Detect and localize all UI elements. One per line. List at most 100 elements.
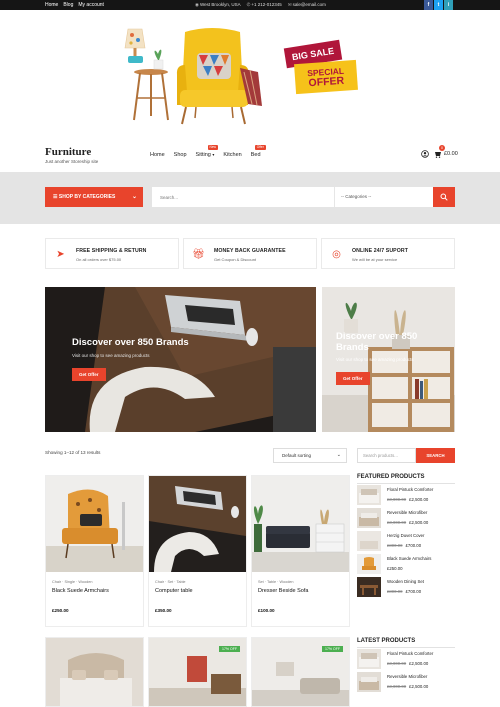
product-thumbnail[interactable] [357,649,381,669]
product-search-button[interactable]: SEARCH [416,448,455,463]
sort-label: Default sorting [282,453,312,458]
latest-products-heading: LATEST PRODUCTS [357,638,416,644]
nav-badge-offer: Offer [254,145,266,150]
product-card[interactable]: Chair · Set · Table Computer table £350.… [148,475,247,627]
product-thumbnail[interactable] [357,531,381,551]
search-input[interactable] [152,187,334,207]
sidebar-product[interactable]: Wooden Dining Set £800.00 £700.00 [357,576,455,599]
nav-home[interactable]: Home [150,152,165,158]
phone-icon: ✆ [246,2,251,7]
product-thumbnail[interactable] [357,508,381,528]
product-image[interactable] [252,476,349,572]
shop-by-categories-button[interactable]: ☰ SHOP BY CATEGORIES ⌄ [45,187,143,207]
sale-badge: 17% OFF [219,646,240,652]
feature-subtitle: On all orders over $75.00 [76,257,122,262]
product-thumbnail[interactable] [357,577,381,597]
product-card[interactable] [45,637,144,707]
sort-select[interactable]: Default sorting ⌄ [273,448,347,463]
product-price: £800.00 £700.00 [387,543,421,548]
product-price: £3,000.00 £2,500.00 [387,661,428,666]
search-button[interactable] [433,187,455,207]
product-name[interactable]: Reversible Microfiber [387,674,427,679]
sidebar-product[interactable]: Floral Pintuck Comforter £3,000.00 £2,500… [357,484,455,507]
contact-info: ◉West Brooklyn, USA ✆+1 212-012345 ✉sale… [195,1,326,9]
nav-label: Kitchen [223,152,242,158]
old-price: £800.00 [387,589,403,594]
cart-button[interactable]: 0 £0.00 [434,145,458,158]
product-search-input[interactable]: Search products... [357,448,416,463]
product-name[interactable]: Dresser Beside Sofa [258,588,308,594]
promo-main-title: Discover over 850 Brands [72,337,189,348]
product-price: £3,000.00 £2,500.00 [387,520,428,525]
product-image[interactable] [149,476,246,572]
cart-icon [435,152,441,158]
special-offer-text: SPECIAL OFFER [294,59,358,95]
featured-products-heading: FEATURED PRODUCTS [357,474,425,480]
sidebar-product[interactable]: Floral Pintuck Comforter £3,000.00 £2,500… [357,648,455,671]
product-categories[interactable]: Chair · Set · Table [155,580,186,584]
product-price: £100.00 [258,608,275,613]
plane-icon: ➤ [56,249,65,260]
current-price: £2,500.00 [409,520,429,525]
top-link-home[interactable]: Home [45,1,58,9]
email-text[interactable]: sale@email.com [293,2,326,7]
sidebar-product[interactable]: Black Suede Armchairs £250.00 [357,553,455,576]
promo-banner-main[interactable]: Discover over 850 Brands Visit our shop … [45,287,316,432]
product-price: £800.00 £700.00 [387,589,421,594]
feature-support: ◎ ONLINE 24/7 SUPORT We will be at your … [321,238,455,269]
results-count: Showing 1–12 of 13 results [45,450,101,455]
product-image[interactable] [46,476,143,572]
product-name[interactable]: Black Suede Armchairs [387,556,431,561]
product-card[interactable]: Set · Table · Wooden Dresser Beside Sofa… [251,475,350,627]
top-link-blog[interactable]: Blog [63,1,73,9]
current-price: £2,500.00 [409,684,429,689]
product-thumbnail[interactable] [357,672,381,692]
feature-subtitle: We will be at your service [352,257,398,262]
armchair-image [46,476,143,572]
product-card[interactable]: Chair · Single · Wooden Black Suede Armc… [45,475,144,627]
get-offer-button[interactable]: Get Offer [72,368,106,381]
promo-banner-side[interactable]: Discover over 850 Brands Visit our shop … [322,287,455,432]
nav-kitchen[interactable]: Kitchen [223,152,241,158]
sidebar-product[interactable]: Reversible Microfiber £3,000.00 £2,500.00 [357,507,455,530]
product-thumbnail[interactable] [357,485,381,505]
product-name[interactable]: Wooden Dining Set [387,579,424,584]
sidebar-product[interactable]: Reversible Microfiber £3,000.00 £2,500.00 [357,671,455,694]
product-name[interactable]: Floral Pintuck Comforter [387,651,433,656]
promo-main-subtitle: Visit our shop to see amazing products [72,353,150,358]
get-offer-side-button[interactable]: Get Offer [336,372,370,385]
mail-icon: ✉ [287,2,292,7]
user-icon[interactable] [421,150,429,158]
phone-text: +1 212-012345 [251,2,282,7]
product-thumbnail[interactable] [357,554,381,574]
product-card[interactable]: 17% OFF [251,637,350,707]
product-name[interactable]: Black Suede Armchairs [52,588,109,594]
nav-shop[interactable]: Shop [174,152,187,158]
instagram-icon[interactable]: i [444,0,453,10]
current-price: £250.00 [387,566,403,571]
computer-table-image [149,476,246,572]
nav-badge-new: New [207,145,218,150]
facebook-icon[interactable]: f [424,0,433,10]
nav-bed[interactable]: Bed Offer [250,145,266,158]
chevron-down-icon: ⌄ [131,194,137,200]
category-select[interactable]: -- Categories -- [335,187,433,207]
sidebar-product[interactable]: Herzig Duvet Cover £800.00 £700.00 [357,530,455,553]
feature-guarantee: 🎁︎ MONEY BACK GUARANTEE Get Coupon & Dis… [183,238,317,269]
product-price: £3,000.00 £2,500.00 [387,497,428,502]
product-name[interactable]: Reversible Microfiber [387,510,427,515]
product-price: £250.00 [52,608,69,613]
twitter-icon[interactable]: t [434,0,443,10]
product-price: £3,000.00 £2,500.00 [387,684,428,689]
product-name[interactable]: Computer table [155,588,193,594]
product-name[interactable]: Herzig Duvet Cover [387,533,425,538]
site-logo[interactable]: Furniture [45,146,91,158]
product-name[interactable]: Floral Pintuck Comforter [387,487,433,492]
product-price: £350.00 [155,608,172,613]
product-categories[interactable]: Set · Table · Wooden [258,580,294,584]
top-link-account[interactable]: My account [78,1,104,9]
nav-label: Bed [250,152,261,158]
product-categories[interactable]: Chair · Single · Wooden [52,580,92,584]
nav-sitting[interactable]: Sitting ▾ New [196,145,218,158]
product-card[interactable]: 17% OFF [148,637,247,707]
